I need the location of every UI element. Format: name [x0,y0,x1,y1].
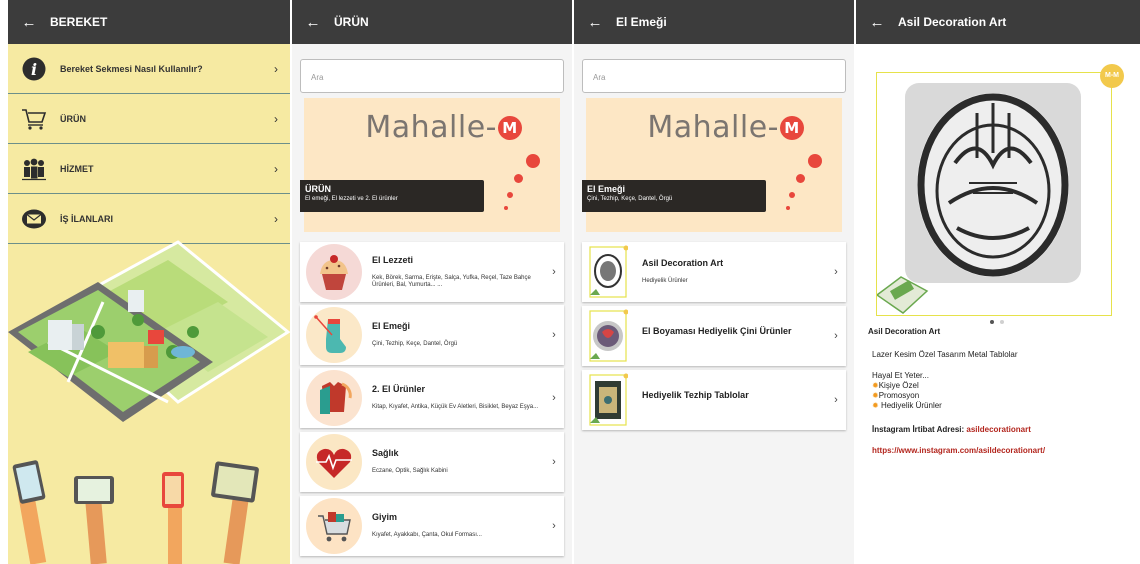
banner-caption: El Emeği Çini, Tezhip, Keçe, Dantel, Örg… [582,180,766,212]
heart-icon [306,434,362,490]
instagram-contact: İnstagram İrtibat Adresi: asildecoration… [872,425,1031,434]
city-illustration [8,240,290,564]
mahalle-logo: Mahalle- M [647,110,804,145]
back-arrow-icon[interactable]: ← [584,14,606,31]
vendor-card-cini[interactable]: El Boyaması Hediyelik Çini Ürünler › [582,306,846,366]
product-thumbnail [586,372,630,428]
screen-title: BEREKET [50,15,108,29]
chevron-right-icon: › [274,161,278,176]
envelope-icon [20,205,48,233]
top-bar: ← BEREKET [8,0,290,44]
vendor-name: Asil Decoration Art [868,327,941,336]
chevron-right-icon: › [834,266,838,278]
category-card-el-emegi[interactable]: El Emeği Çini, Tezhip, Keçe, Dantel, Örg… [300,305,564,365]
cart-icon [20,105,48,133]
chevron-right-icon: › [552,520,556,532]
back-arrow-icon[interactable]: ← [18,14,40,31]
chevron-right-icon: › [834,394,838,406]
svg-text:i: i [31,60,37,79]
urun-screen: ← ÜRÜN Ara Mahalle- M ÜRÜN El emeği, El l… [292,0,572,564]
category-card-giyim[interactable]: Giyim Kıyafet, Ayakkabı, Çanta, Okul For… [300,496,564,556]
chevron-right-icon: › [552,392,556,404]
info-icon: i [20,55,48,83]
top-bar: ← El Emeği [574,0,854,44]
people-icon [20,155,48,183]
clothes-icon [306,370,362,426]
back-arrow-icon[interactable]: ← [302,14,324,31]
category-card-ikinci-el[interactable]: 2. El Ürünler Kitap, Kıyafet, Antika, Kü… [300,368,564,428]
menu-item-label: HİZMET [60,163,94,174]
calligraphy-art [875,83,1081,314]
chevron-right-icon: › [552,456,556,468]
feature-list: ✹Kişiye Özel ✹Promosyon ✹ Hediyelik Ürün… [872,381,942,410]
shopping-cart-icon [306,498,362,554]
product-thumbnail [586,244,630,300]
sun-icon: ✹ [872,391,879,400]
carousel-dot-active[interactable] [990,320,994,324]
menu-item-hizmet[interactable]: HİZMET › [8,144,290,194]
menu-item-label: ÜRÜN [60,113,86,124]
logo-badge: M-M [1100,64,1124,88]
instagram-handle-link[interactable]: asildecorationart [966,425,1030,434]
category-card-saglik[interactable]: Sağlık Eczane, Optik, Sağlık Kabini › [300,432,564,492]
vendor-card-asil-decoration[interactable]: Asil Decoration Art Hediyelik Ürünler › [582,242,846,302]
screen-title: Asil Decoration Art [898,15,1007,29]
top-bar: ← Asil Decoration Art [856,0,1140,44]
bereket-screen: ← BEREKET i Bereket Sekmesi Nasıl Kullan… [8,0,290,564]
chevron-right-icon: › [274,61,278,76]
chevron-right-icon: › [834,330,838,342]
banner-caption: ÜRÜN El emeği, El lezzeti ve 2. El ürünl… [300,180,484,212]
vendor-card-tezhip[interactable]: Hediyelik Tezhip Tablolar › [582,370,846,430]
top-bar: ← ÜRÜN [292,0,572,44]
menu-item-help[interactable]: i Bereket Sekmesi Nasıl Kullanılır? › [8,44,290,94]
sun-icon: ✹ [872,381,879,390]
search-input[interactable]: Ara [582,59,846,93]
chevron-right-icon: › [552,266,556,278]
vendor-description: Lazer Kesim Özel Tasarım Metal Tablolar [872,350,1018,359]
search-input[interactable]: Ara [300,59,564,93]
product-image[interactable] [875,72,1112,316]
back-arrow-icon[interactable]: ← [866,14,888,31]
menu-item-label: İŞ İLANLARI [60,213,113,224]
vendor-detail-screen: ← Asil Decoration Art M-M Asil Decoratio… [856,0,1140,564]
chevron-right-icon: › [552,329,556,341]
el-emegi-screen: ← El Emeği Ara Mahalle- M El Emeği Çini, … [574,0,854,564]
product-thumbnail [586,308,630,364]
chevron-right-icon: › [274,111,278,126]
vendor-slogan: Hayal Et Yeter... [872,371,929,380]
carousel-dot[interactable] [1000,320,1004,324]
mahalle-logo: Mahalle- M [365,110,522,145]
knitting-icon [306,307,362,363]
menu-item-urun[interactable]: ÜRÜN › [8,94,290,144]
banner: Mahalle- M ÜRÜN El emeği, El lezzeti ve 2… [300,98,560,232]
category-card-el-lezzeti[interactable]: El Lezzeti Kek, Börek, Sarma, Erişte, Sa… [300,242,564,302]
instagram-url-link[interactable]: https://www.instagram.com/asildecoration… [872,446,1045,455]
chevron-right-icon: › [274,211,278,226]
banner: Mahalle- M El Emeği Çini, Tezhip, Keçe, D… [582,98,842,232]
menu-item-label: Bereket Sekmesi Nasıl Kullanılır? [60,63,203,74]
sun-icon: ✹ [872,401,879,410]
screen-title: ÜRÜN [334,15,369,29]
cupcake-icon [306,244,362,300]
screen-title: El Emeği [616,15,667,29]
